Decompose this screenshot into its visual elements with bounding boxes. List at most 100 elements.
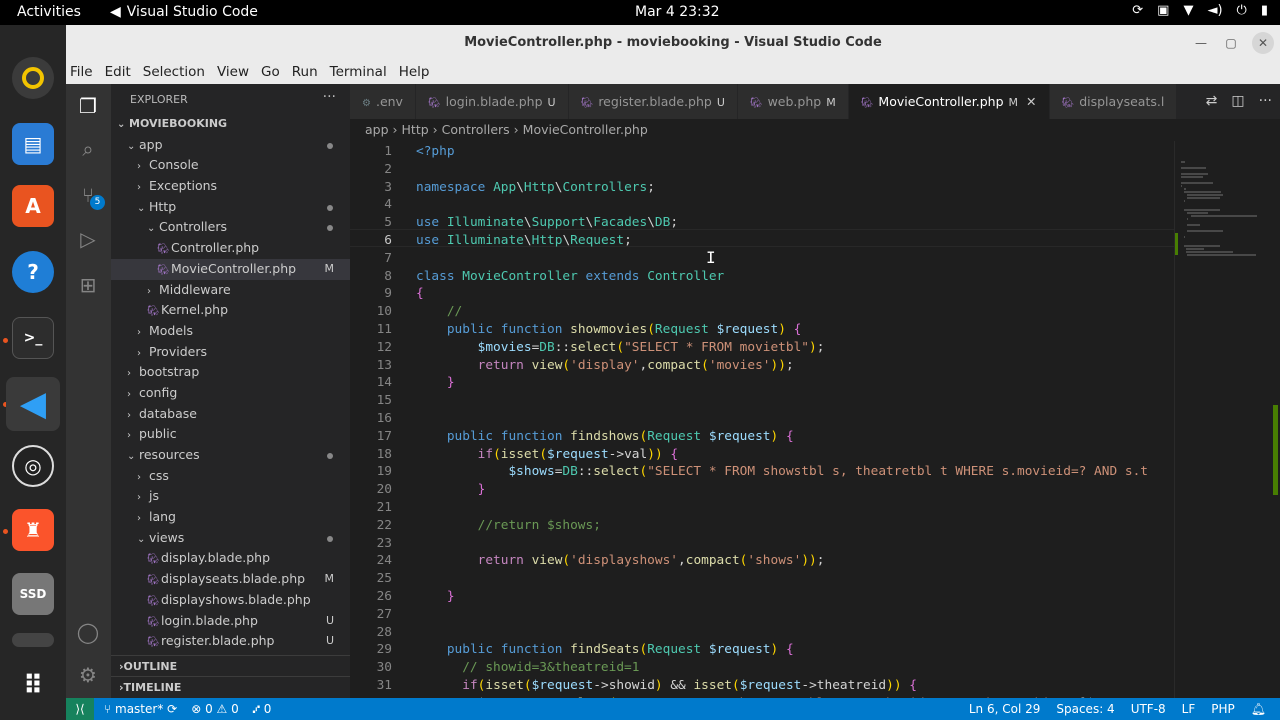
- cursor-position[interactable]: Ln 6, Col 29: [969, 698, 1041, 720]
- writer-icon[interactable]: ▤: [12, 123, 54, 165]
- folder-item[interactable]: › js: [111, 486, 350, 507]
- language-mode[interactable]: PHP: [1211, 698, 1235, 720]
- tab-displayseats-l[interactable]: 🐘︎ displayseats.l: [1049, 84, 1178, 119]
- git-status-badge: M: [324, 572, 335, 586]
- obs-icon[interactable]: ◎: [12, 445, 54, 487]
- folder-item[interactable]: ⌄ Controllers: [111, 217, 350, 238]
- folder-item[interactable]: › Models: [111, 321, 350, 342]
- power-icon[interactable]: ⏻: [1237, 3, 1247, 18]
- battery-icon[interactable]: ▮: [1261, 3, 1268, 18]
- screen-share-icon[interactable]: ▣: [1157, 3, 1169, 18]
- split-editor-icon[interactable]: ◫: [1231, 84, 1244, 119]
- minimize-button[interactable]: —: [1190, 32, 1212, 54]
- git-status-badge: U: [325, 613, 334, 627]
- folder-item[interactable]: ⌄ Http: [111, 197, 350, 218]
- close-button[interactable]: ✕: [1252, 32, 1274, 54]
- file-item[interactable]: 🐘︎display.blade.php: [111, 548, 350, 569]
- menu-file[interactable]: File: [70, 61, 99, 84]
- indentation[interactable]: Spaces: 4: [1056, 698, 1114, 720]
- folder-item[interactable]: › public: [111, 424, 350, 445]
- explorer-icon[interactable]: ❐: [75, 93, 101, 119]
- more-actions-icon[interactable]: ···: [1259, 84, 1272, 119]
- tab-login-blade-php[interactable]: 🐘︎ login.blade.php U: [415, 84, 569, 119]
- brave-icon[interactable]: ♜: [12, 509, 54, 551]
- menu-go[interactable]: Go: [261, 61, 286, 84]
- branch-status[interactable]: ⑂ master* ⟳: [104, 698, 177, 720]
- drive-icon[interactable]: [12, 633, 54, 647]
- code-line: 22 //return $shows;: [350, 517, 1174, 535]
- update-icon[interactable]: ⟳: [1132, 3, 1143, 18]
- clock[interactable]: Mar 4 23:32: [635, 4, 720, 20]
- encoding[interactable]: UTF-8: [1131, 698, 1166, 720]
- folder-item[interactable]: › bootstrap: [111, 362, 350, 383]
- show-apps-icon[interactable]: ⠿: [12, 665, 54, 707]
- file-item[interactable]: 🐘︎Controller.php: [111, 238, 350, 259]
- folder-item[interactable]: › config: [111, 383, 350, 404]
- end-of-line[interactable]: LF: [1182, 698, 1196, 720]
- breadcrumb-item[interactable]: MovieController.php: [523, 122, 648, 137]
- tab-web-php[interactable]: 🐘︎ web.php M: [737, 84, 849, 119]
- accounts-icon[interactable]: ◯: [75, 619, 101, 645]
- file-item[interactable]: 🐘︎MovieController.php M: [111, 258, 350, 280]
- code-editor[interactable]: 1 <?php 2 3 namespace App\Http\Controllers; 4…: [350, 141, 1174, 698]
- open-changes-icon[interactable]: ⇄: [1206, 84, 1218, 119]
- tab-moviecontroller-php[interactable]: 🐘︎ MovieController.php M ✕: [848, 84, 1050, 119]
- wifi-icon[interactable]: ▼: [1183, 3, 1193, 18]
- breadcrumb-item[interactable]: Controllers: [442, 122, 510, 137]
- volume-icon[interactable]: ◄): [1207, 3, 1222, 18]
- manage-gear-icon[interactable]: ⚙: [75, 662, 101, 688]
- folder-item[interactable]: ⌄ resources: [111, 445, 350, 466]
- menu-run[interactable]: Run: [292, 61, 324, 84]
- problems-status[interactable]: ⊗ 0 ⚠ 0: [191, 698, 239, 720]
- vscode-dock-icon[interactable]: ◀: [6, 377, 60, 431]
- outline-panel[interactable]: ›OUTLINE: [111, 655, 350, 676]
- folder-item[interactable]: › database: [111, 404, 350, 425]
- folder-item[interactable]: ⌄ app: [111, 135, 350, 156]
- terminal-icon[interactable]: >_: [12, 317, 54, 359]
- file-item[interactable]: 🐘︎Kernel.php: [111, 300, 350, 321]
- folder-item[interactable]: ⌄ views: [111, 528, 350, 549]
- file-item[interactable]: 🐘︎displayshows.blade.php: [111, 590, 350, 611]
- more-actions-icon[interactable]: ···: [323, 89, 336, 105]
- breadcrumb-item[interactable]: Http: [402, 122, 429, 137]
- run-debug-icon[interactable]: ▷: [75, 226, 101, 252]
- file-tree: ⌄ app › Console › Exceptions ⌄ Http ⌄ Controllers…: [111, 135, 350, 652]
- folder-item[interactable]: › Providers: [111, 342, 350, 363]
- menu-help[interactable]: Help: [399, 61, 436, 84]
- code-text: }: [446, 375, 455, 391]
- menu-view[interactable]: View: [217, 61, 255, 84]
- file-item[interactable]: 🐘︎displayseats.blade.php M: [111, 569, 350, 590]
- folder-item[interactable]: › Exceptions: [111, 176, 350, 197]
- search-icon[interactable]: ⌕: [75, 136, 101, 162]
- source-control-icon[interactable]: ⑂ 5: [75, 182, 105, 210]
- close-tab-icon[interactable]: ✕: [1026, 94, 1036, 109]
- tab-register-blade-php[interactable]: 🐘︎ register.blade.php U: [568, 84, 738, 119]
- app-menu[interactable]: ◀ Visual Studio Code: [110, 4, 258, 20]
- line-number: 27: [376, 606, 392, 622]
- rhythmbox-icon[interactable]: [12, 57, 54, 99]
- maximize-button[interactable]: ▢: [1220, 32, 1242, 54]
- minimap[interactable]: [1174, 141, 1280, 698]
- menu-edit[interactable]: Edit: [105, 61, 137, 84]
- notifications-icon[interactable]: 🔔︎: [1251, 698, 1266, 720]
- folder-item[interactable]: › css: [111, 466, 350, 487]
- ssd-drive-icon[interactable]: SSD: [12, 573, 54, 615]
- software-center-icon[interactable]: A: [12, 185, 54, 227]
- menu-terminal[interactable]: Terminal: [330, 61, 393, 84]
- breadcrumb-item[interactable]: app: [365, 122, 389, 137]
- timeline-panel[interactable]: ›TIMELINE: [111, 676, 350, 697]
- file-item[interactable]: 🐘︎register.blade.php U: [111, 631, 350, 652]
- tab--env[interactable]: ⚙ .env: [350, 84, 416, 119]
- ports-status[interactable]: ⑇ 0: [253, 698, 272, 720]
- folder-item[interactable]: › lang: [111, 507, 350, 528]
- activities-button[interactable]: Activities: [17, 4, 81, 20]
- system-tray[interactable]: ⟳ ▣ ▼ ◄) ⏻ ▮: [1132, 3, 1268, 18]
- folder-item[interactable]: › Middleware: [111, 280, 350, 301]
- extensions-icon[interactable]: ⊞: [75, 272, 101, 298]
- help-icon[interactable]: ?: [12, 251, 54, 293]
- workspace-root[interactable]: ⌄ MOVIEBOOKING: [111, 114, 350, 135]
- folder-item[interactable]: › Console: [111, 155, 350, 176]
- menu-selection[interactable]: Selection: [143, 61, 211, 84]
- file-item[interactable]: 🐘︎login.blade.php U: [111, 611, 350, 632]
- remote-indicator-icon[interactable]: ⟩⟨: [66, 698, 94, 720]
